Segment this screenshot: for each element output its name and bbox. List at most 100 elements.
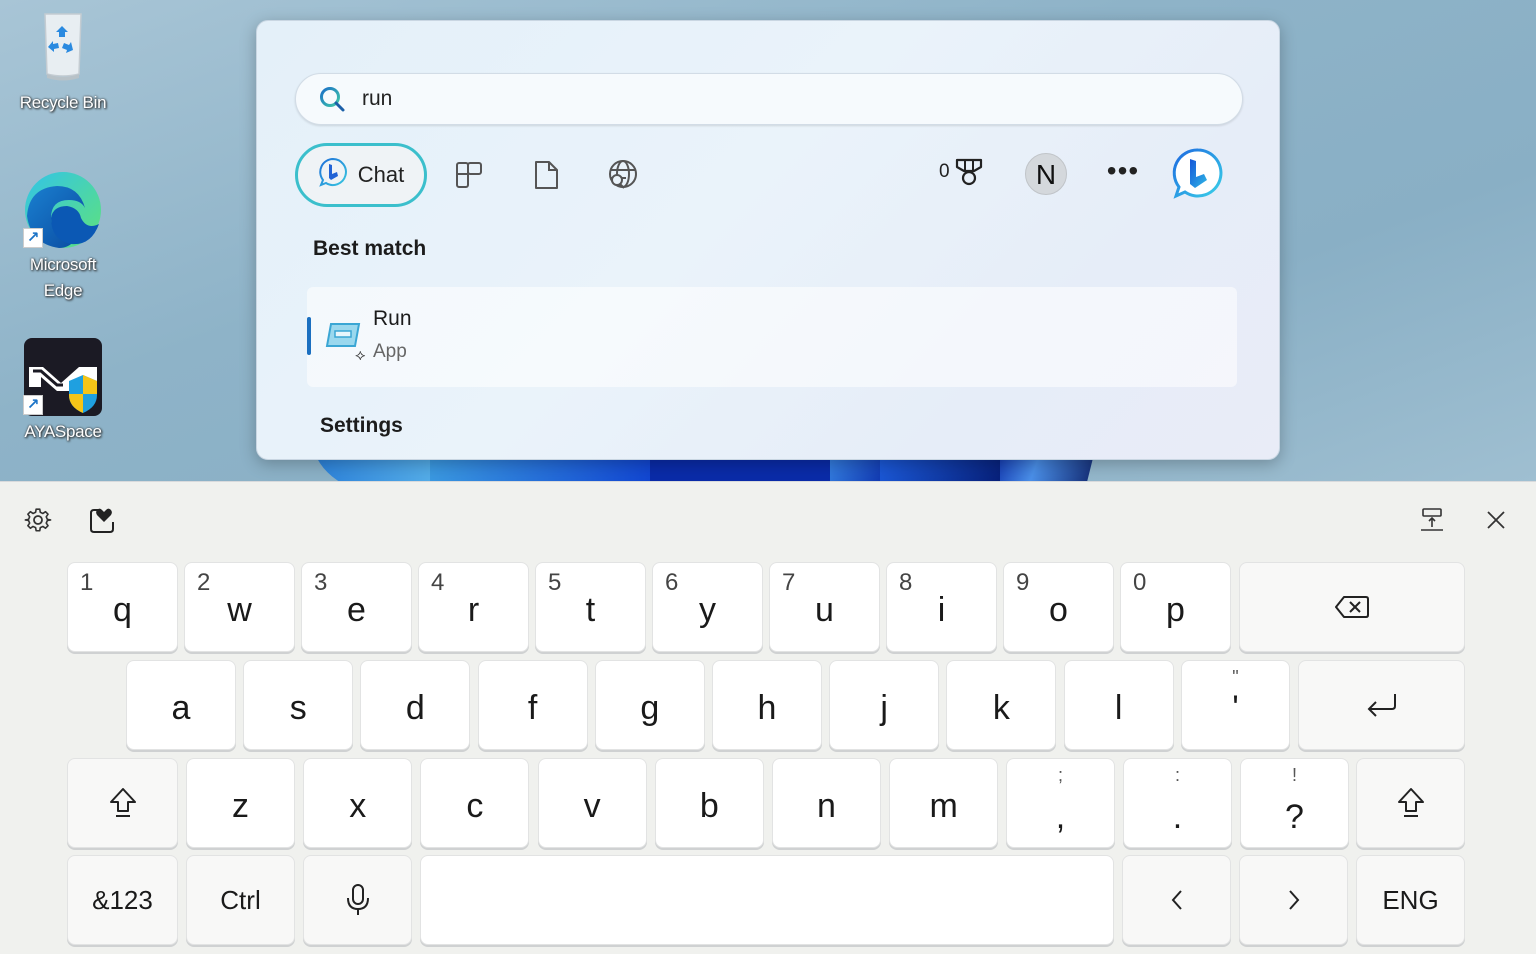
key-y[interactable]: 6y [652,562,763,652]
backspace-key[interactable] [1239,562,1465,652]
key-a[interactable]: a [126,660,236,750]
edge-icon: ↗ [23,170,103,250]
key-char: v [583,786,601,825]
documents-filter-button[interactable] [524,153,568,197]
key-p[interactable]: 0p [1120,562,1231,652]
key-h[interactable]: h [712,660,822,750]
avatar[interactable]: N [1025,153,1067,195]
apps-filter-button[interactable] [447,153,491,197]
key-w[interactable]: 2w [184,562,295,652]
key-f[interactable]: f [477,660,588,750]
key-question[interactable]: !? [1240,758,1349,848]
key-i[interactable]: 8i [886,562,997,652]
ayaspace-icon: ↗ [23,337,103,417]
language-key[interactable]: ENG [1356,855,1465,945]
keyboard-settings-button[interactable] [20,502,56,538]
microphone-icon [346,884,369,915]
key-period[interactable]: :. [1123,758,1232,848]
left-arrow-key[interactable] [1122,855,1231,945]
key-char: r [467,590,480,629]
right-arrow-key[interactable] [1239,855,1348,945]
key-char: l [1114,688,1123,727]
key-l[interactable]: l [1063,660,1174,750]
settings-heading: Settings [320,414,403,437]
windows-search-panel: Chat 0 [256,20,1280,460]
key-char: m [929,786,958,825]
key-u[interactable]: 7u [769,562,880,652]
rewards-button[interactable]: 0 [939,157,984,187]
close-keyboard-button[interactable] [1478,502,1514,538]
key-d[interactable]: d [360,660,471,750]
key-g[interactable]: g [594,660,705,750]
key-v[interactable]: v [537,758,647,848]
desktop-icon-recycle-bin[interactable]: Recycle Bin [8,8,118,116]
close-icon [1487,511,1505,529]
search-input[interactable] [362,87,1162,111]
enter-key[interactable] [1298,660,1465,750]
selection-indicator [307,317,311,355]
key-char: , [1055,798,1066,836]
key-e[interactable]: 3e [301,562,412,652]
shortcut-arrow-icon: ↗ [23,395,43,415]
key-o[interactable]: 9o [1003,562,1114,652]
microphone-key[interactable] [303,855,412,945]
more-options-button[interactable]: ••• [1101,153,1145,197]
bing-chat-button[interactable] [1171,147,1225,201]
key-j[interactable]: j [829,660,940,750]
space-key[interactable] [420,855,1114,945]
key-q[interactable]: 1q [67,562,178,652]
key-z[interactable]: z [186,758,295,848]
shift-key-right[interactable] [1356,758,1465,848]
key-alt-char: ; [1057,765,1063,785]
desktop-icon-microsoft-edge[interactable]: ↗ Microsoft Edge [8,170,118,304]
result-name: Run [373,307,412,330]
key-r[interactable]: 4r [418,562,529,652]
key-char: c [466,786,484,825]
ctrl-key[interactable]: Ctrl [186,855,295,945]
key-char: ' [1232,688,1239,727]
key-apostrophe[interactable]: " ' [1181,660,1290,750]
pen-cursor-icon: ⟡ [355,347,366,364]
key-x[interactable]: x [303,758,413,848]
apps-grid-icon [456,162,482,188]
best-match-result-run[interactable]: Run ⟡ App [307,287,1237,387]
medal-icon [955,158,982,186]
key-char: o [1049,590,1068,629]
key-char: . [1172,798,1183,836]
key-char: p [1166,590,1185,629]
key-number: 4 [431,569,445,596]
chat-filter-button[interactable]: Chat [295,143,427,207]
key-number: 8 [899,569,913,596]
shift-key-left[interactable] [67,758,178,848]
search-box[interactable] [295,73,1243,125]
key-char: y [699,590,716,629]
key-k[interactable]: k [946,660,1057,750]
chat-filter-label: Chat [357,162,405,187]
bing-chat-icon [1172,148,1223,199]
chevron-right-icon [1288,890,1299,910]
key-s[interactable]: s [243,660,354,750]
key-m[interactable]: m [889,758,999,848]
key-comma[interactable]: ;, [1006,758,1115,848]
key-char: a [171,688,191,727]
symbols-key[interactable]: &123 [67,855,178,945]
desktop-icon-label: AYASpace [24,422,102,441]
stickers-button[interactable] [84,502,120,538]
shift-icon [1397,788,1424,817]
desktop-icon-ayaspace[interactable]: ↗ AYASpace [8,337,118,445]
key-number: 0 [1133,569,1147,596]
key-number: 7 [782,569,796,596]
key-label: Ctrl [220,884,261,915]
key-b[interactable]: b [654,758,764,848]
web-filter-button[interactable] [601,153,645,197]
search-icon [318,85,346,113]
recycle-bin-icon [23,8,103,88]
key-alt-char: : [1174,765,1180,785]
desktop-icon-label: Microsoft Edge [29,255,97,300]
key-char: q [113,590,132,629]
key-n[interactable]: n [772,758,881,848]
key-t[interactable]: 5t [535,562,646,652]
key-c[interactable]: c [420,758,530,848]
dock-keyboard-button[interactable] [1414,502,1450,538]
best-match-heading: Best match [313,237,427,260]
